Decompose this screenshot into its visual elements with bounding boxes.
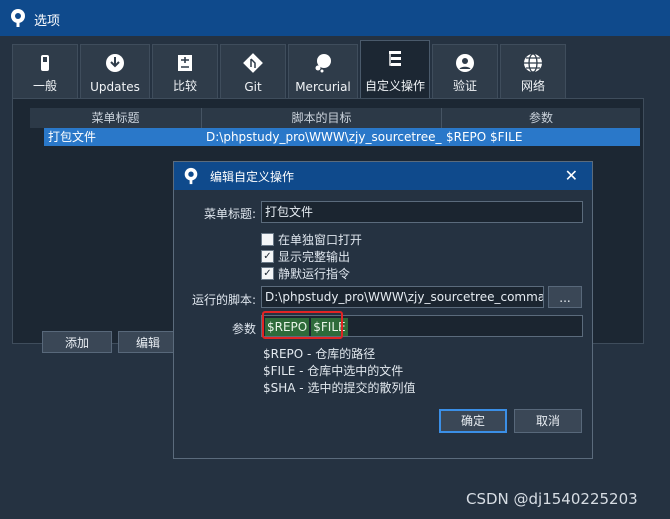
cell-menu-title: 打包文件 bbox=[48, 130, 97, 144]
sourcetree-logo-icon bbox=[184, 167, 198, 185]
mercurial-icon bbox=[315, 54, 331, 73]
custom-actions-icon bbox=[389, 51, 401, 66]
actions-table-header: 菜单标题 脚本的目标 参数 bbox=[30, 108, 640, 128]
script-path-input[interactable]: D:\phpstudy_pro\WWW\zjy_sourcetree_comma… bbox=[261, 286, 544, 308]
dialog-title-bar: 编辑自定义操作 ✕ bbox=[174, 162, 592, 190]
user-icon bbox=[456, 54, 474, 72]
column-header-menu-title[interactable]: 菜单标题 bbox=[30, 108, 202, 128]
globe-icon bbox=[524, 53, 542, 73]
switch-icon bbox=[41, 55, 49, 71]
tab-updates[interactable]: Updates bbox=[80, 44, 150, 100]
checkbox-open-separate-window[interactable]: 在单独窗口打开 bbox=[261, 231, 362, 248]
checkbox-show-full-output[interactable]: ✓ 显示完整输出 bbox=[261, 248, 350, 265]
tab-mercurial[interactable]: Mercurial bbox=[288, 44, 358, 100]
column-header-script-target[interactable]: 脚本的目标 bbox=[202, 108, 442, 128]
window-title: 选项 bbox=[34, 14, 61, 29]
git-icon bbox=[243, 53, 263, 73]
download-icon bbox=[106, 54, 124, 72]
compare-icon bbox=[178, 55, 192, 71]
tab-custom-actions[interactable]: 自定义操作 bbox=[360, 40, 430, 100]
add-button[interactable]: 添加 bbox=[42, 331, 112, 353]
parameters-label: 参数 bbox=[231, 322, 256, 336]
window-title-bar: 选项 bbox=[0, 0, 670, 36]
close-icon[interactable]: ✕ bbox=[565, 166, 578, 185]
help-file: $FILE - 仓库中选中的文件 bbox=[263, 364, 404, 378]
options-tabs: 一般 Updates 比较 Git Mercurial 自定义操作 验证 网络 bbox=[12, 40, 566, 102]
ok-button[interactable]: 确定 bbox=[439, 409, 507, 433]
tab-compare[interactable]: 比较 bbox=[152, 44, 218, 100]
tab-authentication[interactable]: 验证 bbox=[432, 44, 498, 100]
checkmark-icon: ✓ bbox=[261, 250, 274, 263]
checkbox-run-silently[interactable]: ✓ 静默运行指令 bbox=[261, 265, 350, 282]
cancel-button[interactable]: 取消 bbox=[514, 409, 582, 433]
tab-git[interactable]: Git bbox=[220, 44, 286, 100]
browse-button[interactable]: ... bbox=[548, 286, 582, 308]
sourcetree-logo-icon bbox=[11, 9, 25, 27]
dialog-title: 编辑自定义操作 bbox=[210, 170, 295, 184]
cell-parameters: $REPO $FILE bbox=[446, 130, 523, 144]
help-sha: $SHA - 选中的提交的散列值 bbox=[263, 381, 416, 395]
tab-general[interactable]: 一般 bbox=[12, 44, 78, 100]
script-label: 运行的脚本: bbox=[191, 293, 256, 307]
menu-title-label: 菜单标题: bbox=[203, 207, 256, 221]
edit-button[interactable]: 编辑 bbox=[118, 331, 178, 353]
watermark: CSDN @dj1540225203 bbox=[466, 490, 638, 508]
checkbox-unchecked-icon bbox=[261, 233, 274, 246]
table-row[interactable]: 打包文件 D:\phpstudy_pro\WWW\zjy_sourcetree_… bbox=[44, 128, 640, 146]
tab-network[interactable]: 网络 bbox=[500, 44, 566, 100]
help-repo: $REPO - 仓库的路径 bbox=[263, 347, 376, 361]
cell-script-target: D:\phpstudy_pro\WWW\zjy_sourcetree_ bbox=[206, 130, 442, 144]
menu-title-input[interactable]: 打包文件 bbox=[261, 201, 583, 223]
highlight-annotation bbox=[262, 311, 343, 339]
column-header-parameters[interactable]: 参数 bbox=[442, 108, 640, 128]
checkmark-icon: ✓ bbox=[261, 267, 274, 280]
